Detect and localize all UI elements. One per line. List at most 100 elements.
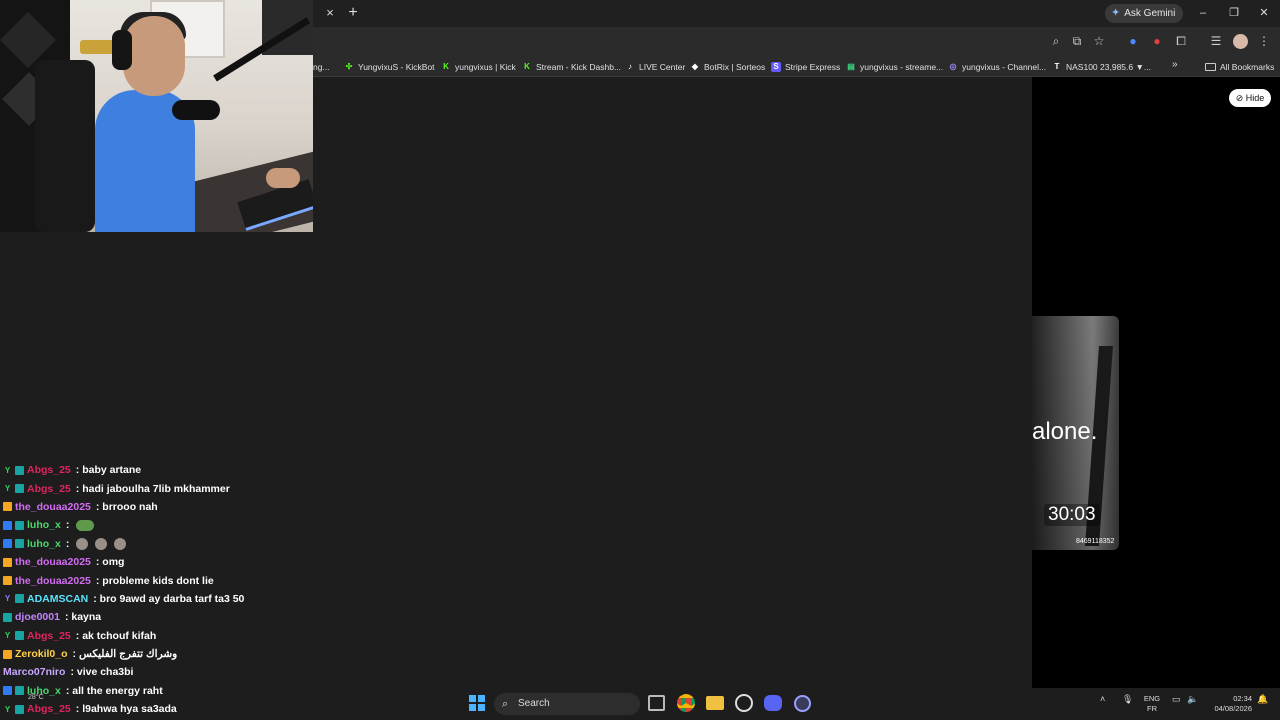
file-explorer-icon[interactable] [706, 696, 724, 710]
bookmark-item[interactable]: ♪ LIVE Center [625, 56, 685, 77]
profile-avatar[interactable] [1233, 34, 1248, 49]
chat-message: luho_x: all the energy raht [3, 682, 323, 700]
chat-text: : all the energy raht [65, 684, 163, 697]
tab-search-icon[interactable]: ☰ [1208, 33, 1224, 49]
grid-badge-icon [3, 612, 12, 622]
chat-message: the_douaa2025: omg [3, 553, 323, 571]
ask-gemini-button[interactable]: ✦ Ask Gemini [1105, 4, 1184, 23]
bookmark-item[interactable]: ◎ yungvixus - Channel... [948, 56, 1047, 77]
chat-text: : bro 9awd ay darba tarf ta3 50 [93, 592, 245, 605]
all-bookmarks-label: All Bookmarks [1220, 61, 1275, 72]
bookmark-item[interactable]: S Stripe Express [771, 56, 840, 77]
language-indicator[interactable]: ENG FR [1143, 694, 1161, 714]
restore-button[interactable]: ❐ [1221, 4, 1247, 22]
bookmark-item[interactable]: ✣ YungvixuS - KickBot [344, 56, 435, 77]
extension-record-icon[interactable]: ● [1149, 33, 1165, 49]
gemini-spark-icon: ✦ [1111, 7, 1121, 19]
folder-icon [1205, 62, 1216, 71]
minimize-button[interactable]: – [1190, 4, 1216, 22]
obs-icon[interactable] [735, 694, 753, 712]
grid-badge-icon [15, 484, 24, 494]
video-thumbnail[interactable]: alone. 30:03 8469118352 [1032, 316, 1119, 550]
volume-icon[interactable]: 🔈 [1187, 694, 1198, 705]
discord-icon[interactable] [764, 695, 782, 711]
chat-username[interactable]: the_douaa2025 [15, 556, 91, 568]
y-badge-icon: Y [4, 465, 11, 475]
hide-button[interactable]: ⊘ Hide [1229, 89, 1271, 107]
chat-username[interactable]: luho_x [27, 519, 61, 531]
chrome-icon[interactable] [677, 694, 695, 712]
y-badge-icon: Y [4, 631, 11, 641]
grid-badge-icon [15, 704, 24, 714]
chat-username[interactable]: luho_x [27, 538, 61, 550]
microphone-tray-icon[interactable]: 🎙 [1122, 694, 1133, 705]
chat-username[interactable]: Marco07niro [3, 666, 65, 678]
bookmark-label: yungvixus | Kick [455, 61, 516, 72]
y-badge-icon: Y [4, 704, 11, 714]
clock-time: 02:34 [1233, 694, 1252, 703]
bookmark-star-icon[interactable]: ☆ [1091, 33, 1107, 49]
kick-icon: K [524, 61, 530, 71]
kickbot-icon: ✣ [345, 61, 353, 71]
all-bookmarks-button[interactable]: All Bookmarks [1205, 56, 1274, 77]
taskbar-search[interactable]: ⌕ Search [494, 693, 640, 715]
bookmark-label: LIVE Center [639, 61, 686, 72]
streamer-head [123, 16, 185, 96]
bookmark-label: NAS100 23,985.6 ▼... [1066, 61, 1151, 72]
search-icon: ⌕ [502, 698, 509, 710]
headphones [112, 30, 132, 70]
bookmark-label: BotRix | Sorteos [704, 61, 766, 72]
bookmark-label: YungvixuS - KickBot [358, 61, 435, 72]
frog-emote-icon [76, 519, 95, 531]
chat-message: luho_x: [3, 516, 323, 534]
network-icon[interactable]: ▭ [1172, 694, 1181, 705]
chat-username[interactable]: the_douaa2025 [15, 501, 91, 513]
windows-start-icon[interactable] [469, 695, 485, 711]
extensions-puzzle-icon[interactable]: ⧠ [1173, 33, 1189, 49]
chat-username[interactable]: Abgs_25 [27, 703, 71, 715]
bookmark-item[interactable]: K yungvixus | Kick [441, 56, 516, 77]
chat-username[interactable]: ADAMSCAN [27, 593, 88, 605]
bookmark-item[interactable]: K Stream - Kick Dashb... [522, 56, 621, 77]
video-timer: 30:03 [1044, 504, 1100, 526]
chat-message: the_douaa2025: probleme kids dont lie [3, 571, 323, 589]
chat-username[interactable]: the_douaa2025 [15, 575, 91, 587]
stripe-icon: S [771, 61, 781, 72]
webcam-feed [0, 0, 313, 232]
new-tab-icon[interactable]: + [345, 4, 361, 22]
grid-badge-icon [15, 686, 24, 696]
taskbar-clock[interactable]: 02:34 04/08/2026 [1206, 694, 1252, 714]
bookmark-item[interactable]: ▤ yungvixus - streame... [846, 56, 943, 77]
bookmark-item[interactable]: ◆ BotRix | Sorteos [690, 56, 765, 77]
ask-gemini-label: Ask Gemini [1124, 8, 1176, 19]
bookmark-label: Stream - Kick Dashb... [536, 61, 622, 72]
zoom-icon[interactable]: ⌕ [1048, 33, 1064, 49]
bookmark-item[interactable]: ng... [313, 56, 330, 77]
close-window-button[interactable]: ✕ [1251, 4, 1277, 22]
bookmark-item[interactable]: T NAS100 23,985.6 ▼... [1052, 56, 1151, 77]
tray-chevron-icon[interactable]: ˄ [1100, 694, 1105, 704]
chat-username[interactable]: Zerokil0_o [15, 648, 68, 660]
chat-username[interactable]: djoe0001 [15, 611, 60, 623]
menu-kebab-icon[interactable]: ⋮ [1256, 33, 1272, 49]
bookmarks-more-icon[interactable]: » [1172, 59, 1178, 70]
close-tab-icon[interactable]: × [322, 5, 338, 21]
chat-username[interactable]: Abgs_25 [27, 630, 71, 642]
face-emote-icon [76, 537, 89, 550]
lang-top: ENG [1143, 694, 1161, 703]
chat-message: Y ADAMSCAN : bro 9awd ay darba tarf ta3 50 [3, 590, 323, 608]
chat-text: : vive cha3bi [70, 666, 134, 679]
chat-message: luho_x: [3, 535, 323, 553]
extension-shield-icon[interactable]: ● [1125, 33, 1141, 49]
chat-username[interactable]: Abgs_25 [27, 483, 71, 495]
cast-icon[interactable]: ⧉ [1069, 33, 1085, 49]
ylw-badge-icon: Y [4, 594, 11, 604]
chat-overlay: Y Abgs_25: baby artane Y Abgs_25: hadi jabo… [3, 461, 323, 720]
app-arrow-icon[interactable] [794, 695, 811, 712]
task-view-icon[interactable] [648, 695, 665, 711]
weather-widget[interactable]: 28°C [28, 694, 44, 701]
notification-bell-icon[interactable]: 🔔 [1257, 694, 1268, 705]
tiktok-icon: ♪ [628, 61, 632, 71]
search-label: Search [518, 698, 550, 709]
chat-username[interactable]: Abgs_25 [27, 464, 71, 476]
